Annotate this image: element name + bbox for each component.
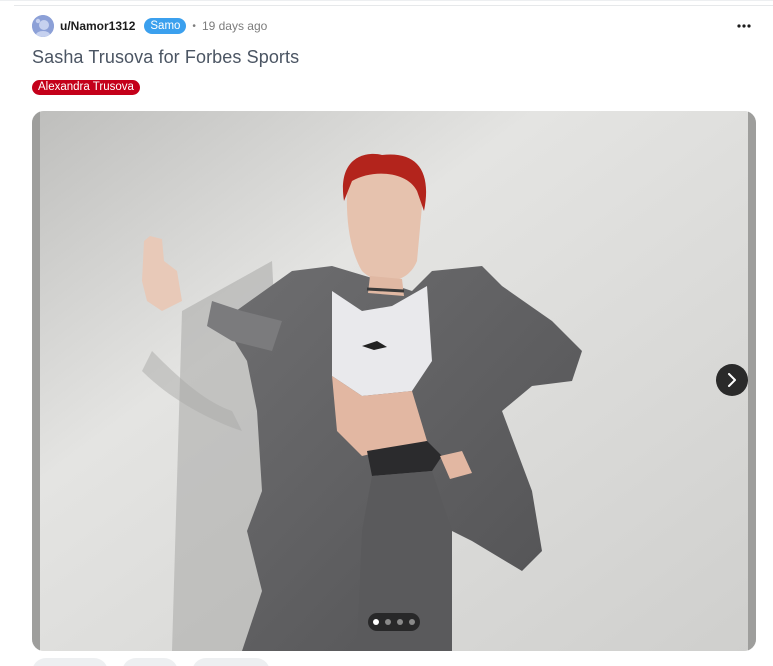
chevron-right-icon	[728, 373, 736, 387]
pager-dot[interactable]	[397, 619, 403, 625]
vote-button[interactable]	[32, 658, 108, 666]
avatar-icon	[32, 15, 54, 37]
comments-button[interactable]	[122, 658, 178, 666]
post-meta: u/Namor1312 Samo • 19 days ago	[32, 14, 267, 38]
user-flair-badge: Samo	[144, 18, 187, 34]
meta-separator: •	[192, 20, 196, 32]
more-options-button[interactable]	[733, 15, 755, 37]
gallery-image[interactable]	[32, 111, 756, 651]
next-image-button[interactable]	[716, 364, 748, 396]
gallery-pager	[368, 613, 420, 631]
post-title[interactable]: Sasha Trusova for Forbes Sports	[32, 47, 299, 68]
post-age: 19 days ago	[201, 19, 268, 33]
more-horizontal-icon	[737, 24, 751, 28]
post-card: u/Namor1312 Samo • 19 days ago Sasha Tru…	[0, 0, 773, 666]
post-actions	[32, 658, 270, 666]
photo	[32, 111, 756, 651]
avatar[interactable]	[32, 15, 54, 37]
divider	[14, 5, 773, 6]
pager-dot[interactable]	[373, 619, 379, 625]
username-link[interactable]: u/Namor1312	[60, 19, 135, 33]
post-flair-badge[interactable]: Alexandra Trusova	[32, 80, 140, 95]
pager-dot[interactable]	[385, 619, 391, 625]
pager-dot[interactable]	[409, 619, 415, 625]
share-button[interactable]	[192, 658, 270, 666]
